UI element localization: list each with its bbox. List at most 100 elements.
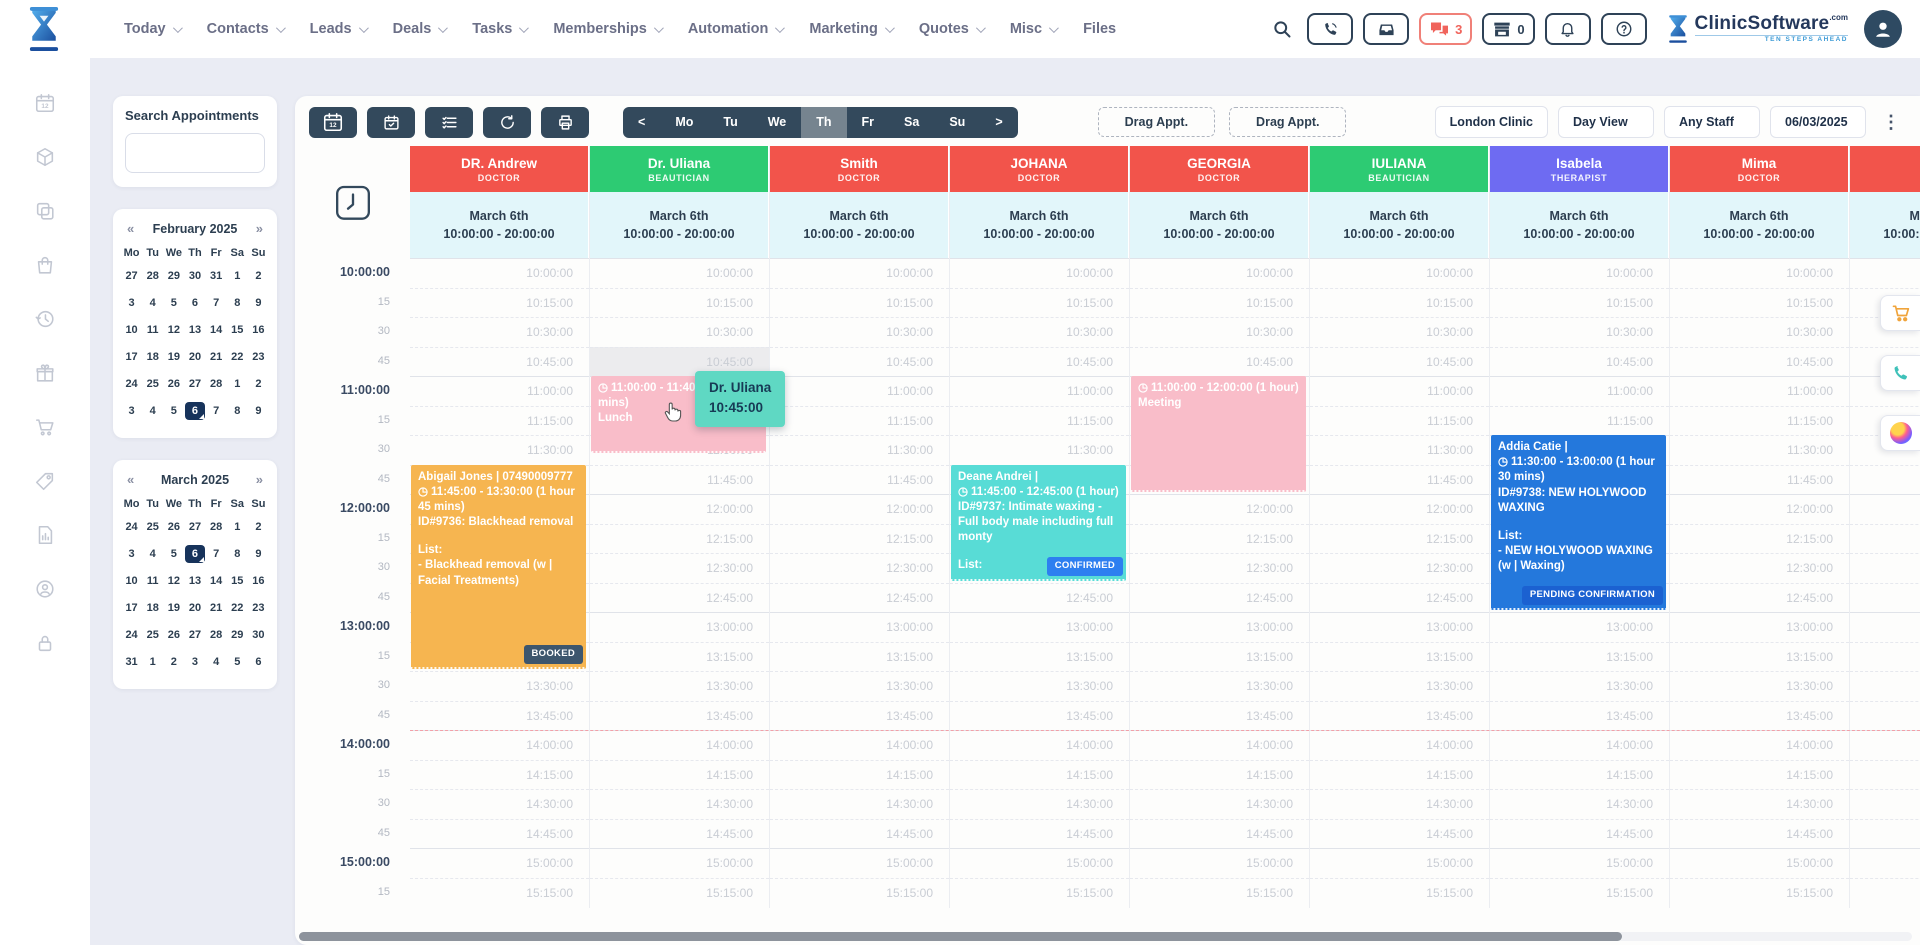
lock-icon[interactable] [34,632,56,659]
calendar-day[interactable]: 19 [163,343,184,370]
nav-item-marketing[interactable]: Marketing [809,21,892,37]
calendar-day[interactable]: 5 [163,289,184,316]
time-slot-cell[interactable]: 11:15:00 [1670,406,1849,436]
time-slot-cell[interactable]: 12:00:00 [770,494,949,524]
time-slot-cell[interactable]: 12:00:00 [1850,494,1920,524]
time-slot-cell[interactable]: 14:45:00 [1130,819,1309,849]
calendar-day[interactable]: 3 [121,289,142,316]
scrollbar-thumb[interactable] [299,932,1622,941]
calendar-day[interactable]: 7 [206,289,227,316]
time-slot-cell[interactable]: 15:15:00 [1490,878,1669,908]
appointment[interactable]: Addia Catie |◷11:30:00 - 13:00:00 (1 hou… [1491,435,1666,610]
calendar-day[interactable]: 20 [184,343,205,370]
calendar-day[interactable]: 2 [163,648,184,675]
calendar-day[interactable]: 20 [184,594,205,621]
time-slot-cell[interactable]: 15:15:00 [1850,878,1920,908]
time-slot-cell[interactable]: 10:15:00 [410,288,589,318]
calendar-day[interactable]: 3 [184,648,205,675]
calendar-day[interactable]: 30 [248,621,269,648]
time-slot-cell[interactable]: 10:30:00 [950,317,1129,347]
calendar-day[interactable]: 31 [121,648,142,675]
day-tab-Th[interactable]: Th [801,107,846,138]
print-button[interactable] [541,107,589,138]
calendar-day[interactable]: 14 [206,567,227,594]
time-slot-cell[interactable]: 14:15:00 [950,760,1129,790]
time-slot-cell[interactable]: 10:45:00 [950,347,1129,377]
calendar-day[interactable]: 29 [163,262,184,289]
calendar-day[interactable]: 2 [248,370,269,397]
time-slot-cell[interactable]: 13:30:00 [1670,671,1849,701]
time-slot-cell[interactable]: 14:00:00 [1130,730,1309,760]
time-slot-cell[interactable]: 12:45:00 [950,583,1129,613]
calendar-day[interactable]: 6 [184,289,205,316]
calendar-day[interactable]: 1 [227,370,248,397]
pos-button[interactable]: 0 [1482,13,1534,45]
calendar-day[interactable]: 13 [184,567,205,594]
time-slot-cell[interactable]: 11:15:00 [950,406,1129,436]
time-slot-cell[interactable]: 13:45:00 [950,701,1129,731]
calendar-day[interactable]: 5 [163,397,184,424]
time-slot-cell[interactable]: 14:45:00 [1490,819,1669,849]
nav-item-memberships[interactable]: Memberships [553,21,660,37]
time-slot-cell[interactable]: 11:15:00 [410,406,589,436]
calendar-day[interactable]: 25 [142,513,163,540]
nav-item-deals[interactable]: Deals [393,21,446,37]
day-tab-We[interactable]: We [753,107,802,138]
nav-item-today[interactable]: Today [124,21,180,37]
time-slot-cell[interactable]: 10:00:00 [770,258,949,288]
calendar-day[interactable]: 12 [163,316,184,343]
time-slot-cell[interactable]: 11:00:00 [770,376,949,406]
calendar-day[interactable]: 4 [142,397,163,424]
time-slot-cell[interactable]: 12:45:00 [1850,583,1920,613]
time-slot-cell[interactable]: 12:15:00 [1670,524,1849,554]
calendar-day[interactable]: 1 [227,262,248,289]
time-slot-cell[interactable]: 11:30:00 [1670,435,1849,465]
time-slot-cell[interactable]: 14:30:00 [1850,789,1920,819]
report-icon[interactable] [34,524,56,551]
calendar-day[interactable]: 30 [184,262,205,289]
time-slot-cell[interactable]: 13:15:00 [1490,642,1669,672]
calendar-day[interactable]: 27 [184,513,205,540]
time-slot-cell[interactable]: 14:15:00 [1670,760,1849,790]
time-slot-cell[interactable]: 13:45:00 [1130,701,1309,731]
calendar-day[interactable]: 24 [121,621,142,648]
calendar-check-button[interactable] [367,107,415,138]
calendar-day[interactable]: 4 [142,540,163,567]
time-slot-cell[interactable]: 10:45:00 [1490,347,1669,377]
time-slot-cell[interactable]: 13:45:00 [1670,701,1849,731]
time-slot-cell[interactable]: 13:30:00 [1310,671,1489,701]
calendar-day[interactable]: 15 [227,567,248,594]
time-slot-cell[interactable]: 13:45:00 [1490,701,1669,731]
calendar-day[interactable]: 3 [121,540,142,567]
more-options-button[interactable]: ⋮ [1876,112,1906,133]
time-slot-cell[interactable]: 14:00:00 [1670,730,1849,760]
calendar-day[interactable]: 17 [121,343,142,370]
time-slot-cell[interactable]: 14:15:00 [1130,760,1309,790]
prev-month-button[interactable]: « [127,472,134,487]
time-slot-cell[interactable]: 10:15:00 [1310,288,1489,318]
time-slot-cell[interactable]: 14:00:00 [1490,730,1669,760]
calendar-day[interactable]: 27 [184,621,205,648]
nav-item-tasks[interactable]: Tasks [472,21,526,37]
time-slot-cell[interactable]: 13:45:00 [590,701,769,731]
time-slot-cell[interactable]: 15:00:00 [770,848,949,878]
time-slot-cell[interactable]: 11:15:00 [1490,406,1669,436]
time-slot-cell[interactable]: 10:30:00 [1670,317,1849,347]
time-slot-cell[interactable]: 10:00:00 [1310,258,1489,288]
time-slot-cell[interactable]: 15:00:00 [950,848,1129,878]
time-slot-cell[interactable]: 13:00:00 [1310,612,1489,642]
time-slot-cell[interactable]: 11:00:00 [950,376,1129,406]
time-slot-cell[interactable]: 15:15:00 [1670,878,1849,908]
cart-icon[interactable] [34,416,56,443]
drag-appt-button-1[interactable]: Drag Appt. [1098,107,1215,137]
time-slot-cell[interactable]: 15:15:00 [1130,878,1309,908]
calendar-day[interactable]: 3 [121,397,142,424]
calendar-day[interactable]: 21 [206,343,227,370]
next-month-button[interactable]: » [256,221,263,236]
view-select[interactable]: Day View [1558,106,1654,138]
day-tab-Su[interactable]: Su [934,107,980,138]
calendar-day[interactable]: 6 [184,540,205,567]
time-slot-cell[interactable]: 13:00:00 [1850,612,1920,642]
chat-button[interactable]: 3 [1419,13,1472,45]
time-slot-cell[interactable]: 14:30:00 [410,789,589,819]
